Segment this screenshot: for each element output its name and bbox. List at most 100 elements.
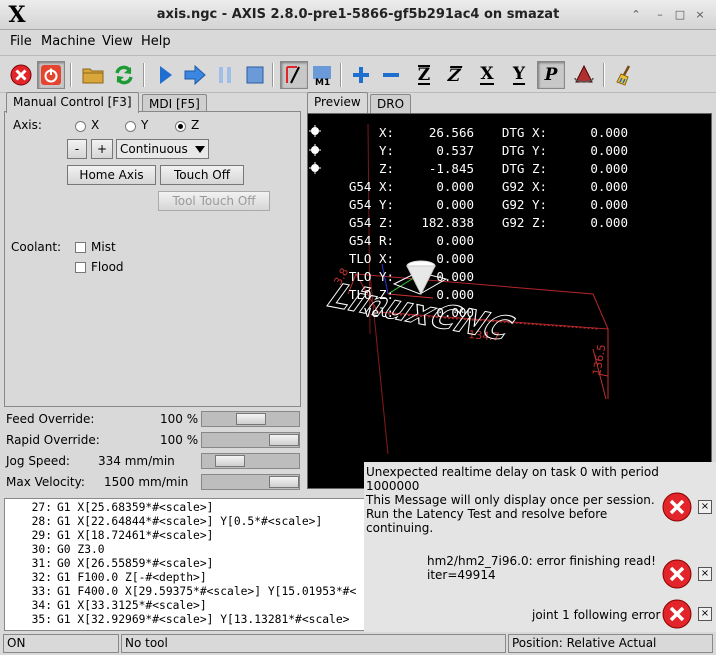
slider-thumb[interactable] [269, 434, 299, 446]
gcode-line[interactable]: 33: G1 F400.0 X[29.59375*#<scale>] Y[15.0… [5, 585, 357, 599]
rotate-view-button[interactable] [570, 61, 598, 89]
zoom-in-button[interactable] [347, 61, 375, 89]
gcode-line-text: G1 X[18.72461*#<scale>] [57, 529, 214, 542]
axis-z-radio[interactable] [175, 121, 186, 132]
clear-plot-button[interactable] [612, 61, 640, 89]
gcode-line[interactable]: 35: G1 X[32.92969*#<scale>] Y[13.13281*#<… [5, 613, 350, 627]
minimize-button[interactable]: – [652, 7, 668, 23]
preview-canvas[interactable]: 134.7 136.5 3.8 LinuxCNC X: 26.566 DTG X: 0… [307, 113, 712, 489]
dismiss-message-1-button[interactable]: × [698, 500, 712, 514]
gcode-line[interactable]: 28: G1 X[22.64844*#<scale>] Y[0.5*#<scale… [5, 515, 323, 529]
gcode-line[interactable]: 32: G1 F100.0 Z[-#<depth>] [5, 571, 207, 585]
slider-thumb[interactable] [215, 455, 245, 467]
gcode-line-number: 35: [31, 613, 52, 626]
gcode-listing[interactable]: 27: G1 X[25.68359*#<scale>] 28: G1 X[22.648… [4, 498, 368, 631]
notification-area: Unexpected realtime delay on task 0 with… [364, 462, 716, 632]
feed-override-value: 100 % [160, 412, 199, 426]
mist-checkbox[interactable] [75, 242, 86, 253]
jog-speed-label: Jog Speed: [6, 454, 70, 468]
menu-view[interactable]: View [102, 34, 133, 49]
gcode-line-number: 29: [31, 529, 52, 542]
gcode-line-number: 33: [31, 585, 52, 598]
message-line: 1000000 [366, 479, 420, 493]
slider-thumb[interactable] [236, 413, 266, 425]
jog-minus-button[interactable]: - [67, 139, 87, 159]
touch-off-button[interactable]: Touch Off [160, 165, 244, 185]
block-delete-button[interactable] [280, 61, 308, 89]
dro-value: 0.000 [436, 305, 474, 320]
view-p-button[interactable]: P [537, 61, 565, 89]
dismiss-message-2-button[interactable]: × [698, 567, 712, 581]
window-title: axis.ngc - AXIS 2.8.0-pre1-5866-gf5b291a… [156, 7, 560, 22]
view-p-label: P [544, 65, 558, 85]
pause-button[interactable] [211, 61, 239, 89]
following-error-message: joint 1 following error [532, 608, 661, 622]
folder-icon [82, 68, 104, 84]
dro-label: DTG X: [501, 125, 547, 140]
gcode-line[interactable]: 31: G0 X[26.55859*#<scale>] [5, 557, 214, 571]
gcode-line-text: G1 X[33.3125*#<scale>] [57, 599, 207, 612]
run-button[interactable] [151, 61, 179, 89]
jog-plus-button[interactable]: + [91, 139, 113, 159]
tool-touch-off-button[interactable]: Tool Touch Off [158, 191, 270, 211]
gcode-line[interactable]: 34: G1 X[33.3125*#<scale>] [5, 599, 207, 613]
title-bar[interactable]: X axis.ngc - AXIS 2.8.0-pre1-5866-gf5b29… [0, 0, 716, 30]
dro-label: G54 Z: [348, 215, 394, 230]
optional-stop-button[interactable]: M1 [308, 61, 336, 89]
axis-x-radio[interactable] [75, 121, 86, 132]
error-icon [662, 599, 692, 629]
menu-help[interactable]: Help [141, 34, 171, 49]
dro-value: 0.000 [436, 251, 474, 266]
flood-checkbox[interactable] [75, 262, 86, 273]
gcode-line-number: 30: [31, 543, 52, 556]
power-icon [41, 65, 61, 85]
gcode-line[interactable]: 30: G0 Z3.0 [5, 543, 105, 557]
stop-button[interactable] [241, 61, 269, 89]
dro-value: 0.000 [436, 233, 474, 248]
dro-value: -1.845 [428, 161, 474, 176]
rapid-override-slider[interactable] [201, 432, 300, 448]
view-x-button[interactable]: X [473, 61, 501, 89]
tab-preview[interactable]: Preview [307, 92, 368, 113]
tab-manual-control[interactable]: Manual Control [F3] [6, 92, 139, 113]
play-icon [160, 66, 172, 84]
zoom-out-button[interactable] [377, 61, 405, 89]
slider-thumb[interactable] [269, 476, 299, 488]
max-velocity-slider[interactable] [201, 474, 300, 490]
dismiss-message-3-button[interactable]: × [698, 607, 712, 621]
feed-override-slider[interactable] [201, 411, 300, 427]
open-file-button[interactable] [79, 61, 107, 89]
menu-machine[interactable]: Machine [41, 34, 95, 49]
svg-text:M1: M1 [315, 78, 330, 86]
flood-label: Flood [91, 260, 124, 274]
close-window-button[interactable]: × [692, 7, 708, 23]
message-line: Run the Latency Test and resolve before [366, 507, 608, 521]
shade-button[interactable]: ⌃ [628, 7, 644, 23]
jog-speed-slider[interactable] [201, 453, 300, 469]
view-z-button[interactable]: Z [410, 61, 438, 89]
reload-button[interactable] [110, 61, 138, 89]
gcode-line-number: 28: [31, 515, 52, 528]
gcode-line[interactable]: 29: G1 X[18.72461*#<scale>] [5, 529, 214, 543]
step-button[interactable] [181, 61, 209, 89]
rapid-override-label: Rapid Override: [6, 433, 100, 447]
dro-label: DTG Z: [501, 161, 547, 176]
gcode-line-text: G0 Z3.0 [57, 543, 105, 556]
jog-increment-select[interactable]: Continuous [116, 139, 209, 159]
menu-file[interactable]: File [10, 34, 32, 49]
view-z2-button[interactable]: Z [440, 61, 468, 89]
axis-y-radio[interactable] [125, 121, 136, 132]
gcode-line[interactable]: 27: G1 X[25.68359*#<scale>] [5, 501, 214, 515]
dro-label: G54 X: [348, 179, 394, 194]
tab-dro[interactable]: DRO [370, 94, 412, 114]
message-line: iter=49914 [427, 568, 496, 582]
dro-label: Vel: [363, 305, 394, 320]
gcode-line-text: G1 X[25.68359*#<scale>] [57, 501, 214, 514]
maximize-button[interactable]: □ [672, 7, 688, 23]
block-delete-icon [286, 66, 300, 84]
home-axis-button[interactable]: Home Axis [67, 165, 156, 185]
view-y-button[interactable]: Y [505, 61, 533, 89]
machine-power-button[interactable] [37, 61, 65, 89]
estop-button[interactable] [7, 61, 35, 89]
dro-label: TLO Y: [348, 269, 394, 284]
